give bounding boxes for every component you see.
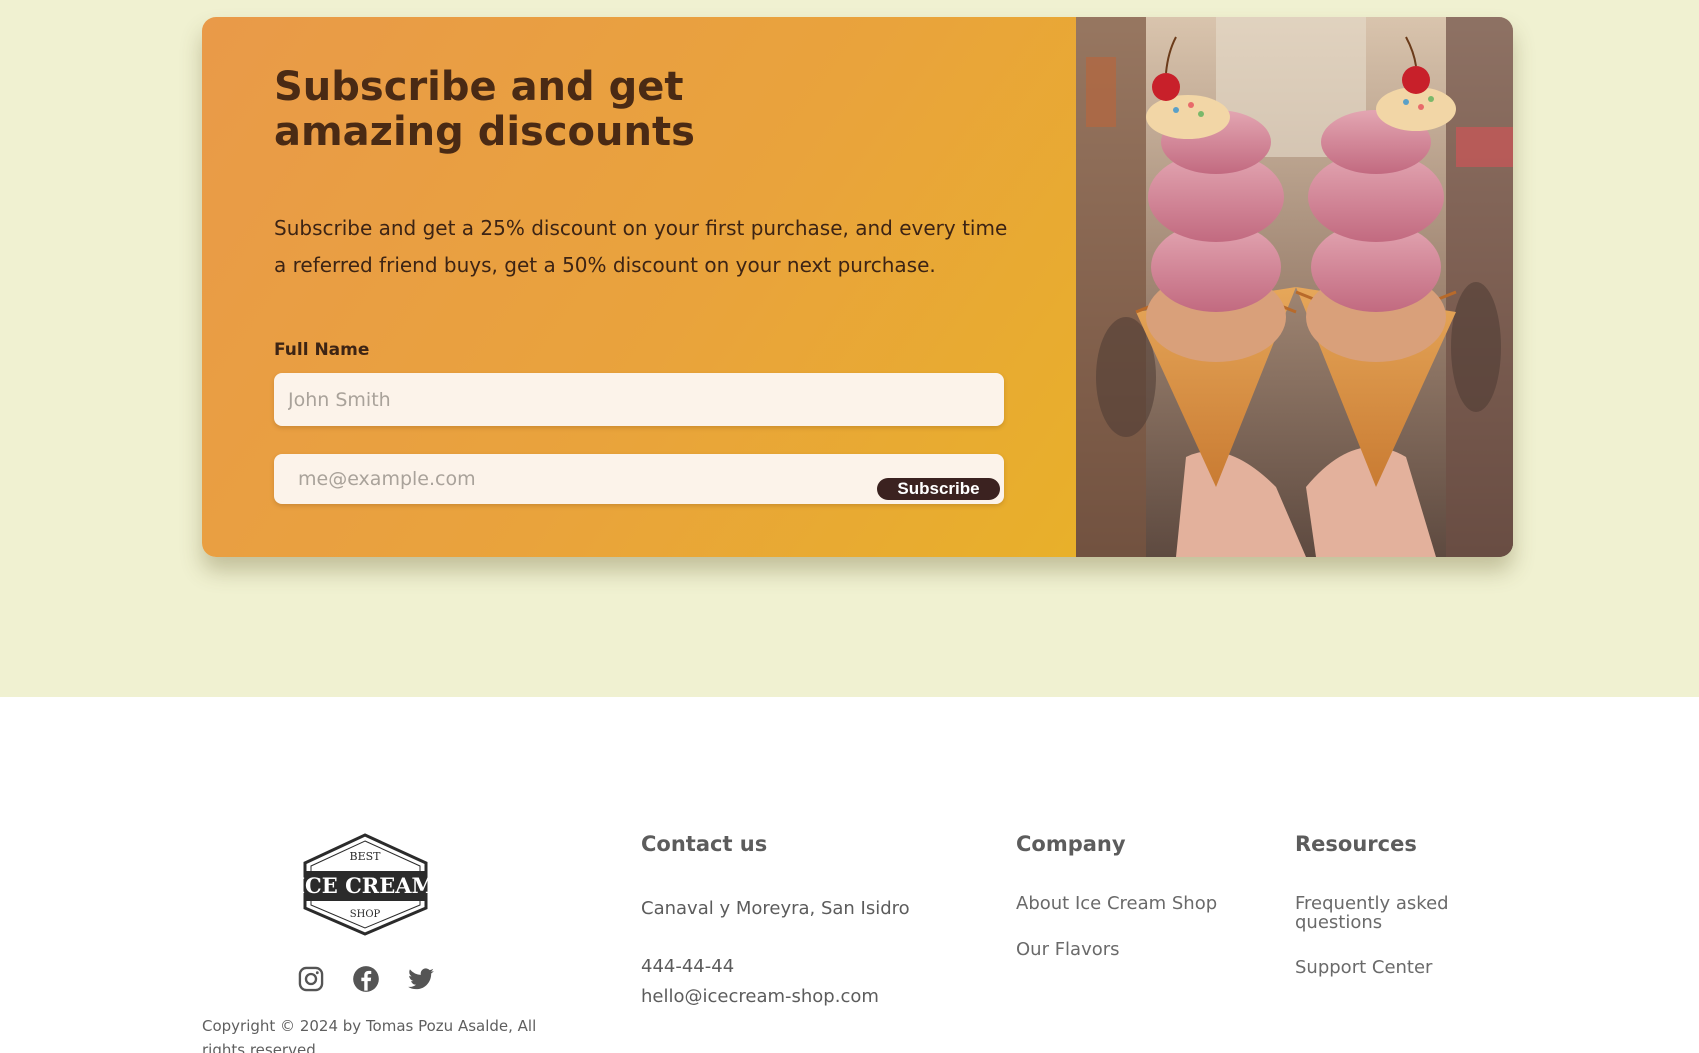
resources-heading: Resources [1295,832,1417,856]
our-flavors-link[interactable]: Our Flavors [1016,940,1120,959]
copyright-text: Copyright © 2024 by Tomas Pozu Asalde, A… [202,1017,537,1053]
contact-heading: Contact us [641,832,768,856]
instagram-icon[interactable] [297,965,325,993]
subscribe-button[interactable]: Subscribe [877,478,1000,500]
email-field-wrapper: Subscribe [274,454,1004,504]
faq-link[interactable]: Frequently asked questions [1295,894,1485,932]
subscribe-description: Subscribe and get a 25% discount on your… [274,216,1008,277]
ice-cream-cones-illustration [1076,17,1513,557]
subscribe-card: Subscribe and get amazing discounts Subs… [202,17,1513,557]
subscribe-form-panel: Subscribe and get amazing discounts Subs… [202,17,1076,557]
subscribe-section: Subscribe and get amazing discounts Subs… [0,0,1699,697]
subscribe-title: Subscribe and get amazing discounts [274,64,695,155]
ice-cream-shop-logo: BEST ICE CREAM SHOP [300,833,431,936]
full-name-label: Full Name [274,340,370,360]
contact-phone[interactable]: 444-44-44 [641,956,734,977]
twitter-icon[interactable] [407,965,435,993]
support-center-link[interactable]: Support Center [1295,958,1432,977]
svg-text:SHOP: SHOP [350,909,381,920]
svg-text:ICE CREAM: ICE CREAM [300,873,431,898]
svg-text:BEST: BEST [350,850,382,863]
company-heading: Company [1016,832,1126,856]
email-input[interactable] [274,454,874,504]
contact-address: Canaval y Moreyra, San Isidro [641,898,910,919]
facebook-icon[interactable] [352,965,380,993]
contact-email[interactable]: hello@icecream-shop.com [641,986,879,1007]
about-link[interactable]: About Ice Cream Shop [1016,894,1217,913]
ice-cream-photo [1076,17,1513,557]
full-name-input[interactable] [274,373,1004,426]
